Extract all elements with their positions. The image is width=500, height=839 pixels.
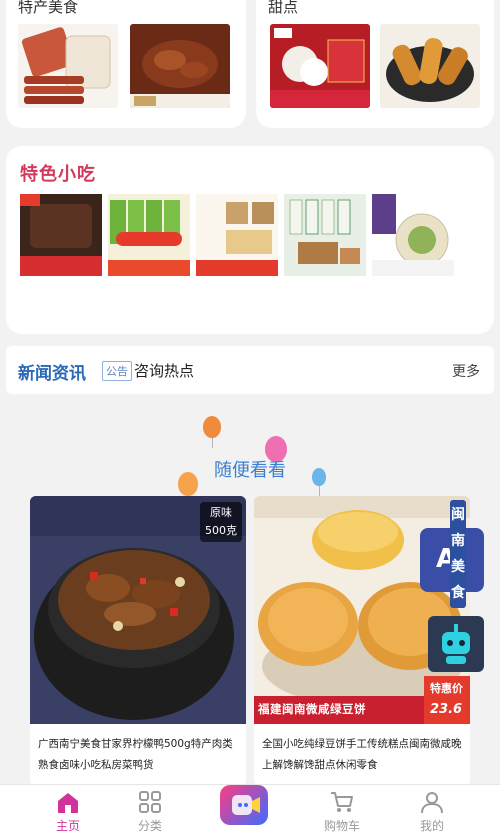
robot-icon bbox=[442, 624, 470, 664]
news-bar[interactable]: 新闻资讯 公告 咨询热点 更多 bbox=[6, 346, 494, 394]
dessert-card[interactable]: 甜点 bbox=[256, 0, 494, 128]
flavor-badge-line1: 原味 bbox=[210, 506, 232, 519]
beef-jerky-thumbnail[interactable] bbox=[20, 194, 102, 276]
news-brand-label: 新闻资讯 bbox=[18, 364, 86, 384]
product-card-lemon-duck[interactable]: 原味 500克 广西南宁美食甘家界柠檬鸭500g特产肉类熟食卤味小吃私房菜鸭货 bbox=[30, 496, 246, 786]
meat-jerky-thumbnail[interactable] bbox=[18, 24, 118, 108]
cart-icon bbox=[329, 789, 355, 815]
tab-home[interactable]: 主页 bbox=[38, 789, 98, 837]
product-name[interactable]: 全国小吃纯绿豆饼手工传统糕点闽南微咸晚上解馋解馋甜点休闲零食 bbox=[262, 734, 462, 776]
home-icon bbox=[55, 789, 81, 815]
center-app-icon bbox=[220, 785, 268, 825]
noodle-packs-thumbnail[interactable] bbox=[108, 194, 190, 276]
sweets-gift-box-thumbnail[interactable] bbox=[270, 24, 370, 108]
announcement-tag: 公告 bbox=[102, 361, 132, 381]
tab-cart[interactable]: 购物车 bbox=[312, 789, 372, 837]
price-value: 23.6 bbox=[430, 702, 463, 717]
grid-icon bbox=[137, 789, 163, 815]
specialty-food-card[interactable]: 特产美食 bbox=[6, 0, 246, 128]
product-name[interactable]: 广西南宁美食甘家界柠檬鸭500g特产肉类熟食卤味小吃私房菜鸭货 bbox=[38, 734, 238, 776]
special-snacks-card: 特色小吃 bbox=[6, 146, 494, 334]
sour-soup-noodle-thumbnail[interactable] bbox=[372, 194, 454, 276]
tab-categories[interactable]: 分类 bbox=[120, 789, 180, 837]
news-headline[interactable]: 咨询热点 bbox=[134, 360, 194, 381]
price-label: 特惠价 bbox=[430, 682, 463, 695]
tab-profile[interactable]: 我的 bbox=[402, 789, 462, 837]
recommend-heading: 随便看看 bbox=[214, 460, 286, 481]
side-vertical-label: 闽南美食 bbox=[450, 500, 466, 608]
flavor-badge-line2: 500克 bbox=[205, 524, 237, 537]
tab-center-app[interactable] bbox=[214, 785, 274, 833]
handmade-cake-thumbnail[interactable] bbox=[196, 194, 278, 276]
bottom-tab-bar: 主页 分类 购物车 我的 bbox=[0, 784, 500, 839]
more-news-link[interactable]: 更多 bbox=[452, 361, 480, 381]
tab-categories-label: 分类 bbox=[137, 819, 162, 833]
robot-assistant-button[interactable] bbox=[428, 616, 484, 672]
tea-cakes-thumbnail[interactable] bbox=[284, 194, 366, 276]
fried-twists-thumbnail[interactable] bbox=[380, 24, 480, 108]
tab-profile-label: 我的 bbox=[419, 819, 444, 833]
user-icon bbox=[419, 789, 445, 815]
tab-cart-label: 购物车 bbox=[323, 819, 360, 833]
lemon-duck-image[interactable]: 原味 500克 bbox=[30, 496, 246, 724]
tab-home-label: 主页 bbox=[55, 819, 80, 833]
flavor-badge: 原味 500克 bbox=[200, 502, 242, 542]
braised-duck-thumbnail[interactable] bbox=[130, 24, 230, 108]
dessert-title: 甜点 bbox=[268, 0, 299, 16]
balloon-decoration bbox=[203, 416, 221, 448]
specialty-food-title: 特产美食 bbox=[18, 0, 79, 16]
special-snacks-title: 特色小吃 bbox=[20, 164, 96, 185]
mung-bean-cake-overlay-title: 福建闽南微咸绿豆饼 bbox=[258, 702, 366, 716]
